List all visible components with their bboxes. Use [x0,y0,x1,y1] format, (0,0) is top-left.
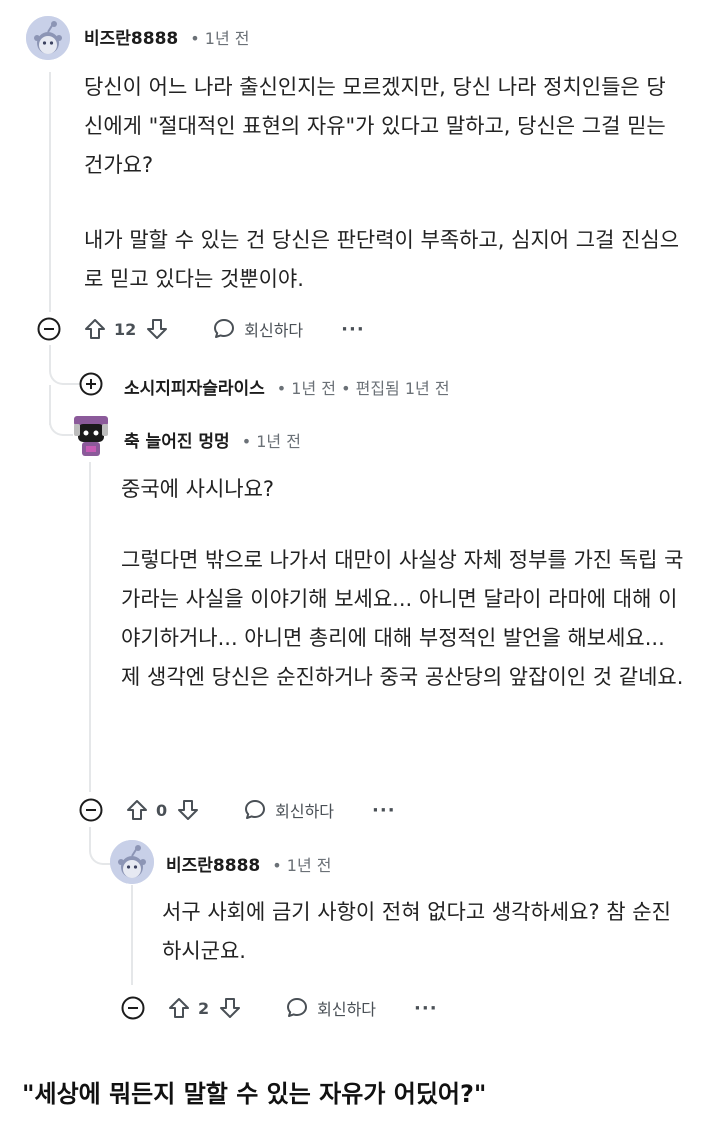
avatar[interactable] [110,840,154,884]
comment-body: 당신이 어느 나라 출신인지는 모르겠지만, 당신 나라 정치인들은 당신에게 … [84,68,684,299]
thread-curve-1 [49,355,81,385]
reply-button[interactable]: 회신하다 [243,798,334,822]
downvote-icon[interactable] [175,797,201,823]
reply-label: 회신하다 [317,1000,377,1019]
reply-label: 회신하다 [244,321,304,340]
upvote-icon[interactable] [82,316,108,342]
expand-icon[interactable] [78,371,104,397]
comment-body: 중국에 사시나요? 그렇다면 밖으로 나가서 대만이 사실상 자체 정부를 가진… [121,470,685,697]
thread-line-root-lower [49,345,51,355]
comment-paragraph: 중국에 사시나요? [121,477,275,501]
comment-paragraph: 당신이 어느 나라 출신인지는 모르겠지만, 당신 나라 정치인들은 당신에게 … [84,75,666,177]
collapse-icon[interactable] [120,995,146,1021]
author-name[interactable]: 비즈란8888 [166,851,260,876]
reply-button[interactable]: 회신하다 [285,996,376,1020]
reply-button[interactable]: 회신하다 [212,317,303,341]
caption-text: "세상에 뭐든지 말할 수 있는 자유가 어딨어?" [22,1080,487,1108]
snoo-avatar-icon [26,16,70,60]
dog-avatar-icon [74,416,108,456]
vote-count: 12 [114,319,137,339]
vote-count: 2 [198,998,210,1018]
vote-count: 0 [156,800,168,820]
comment-actions: 2 회신하다 ··· [120,993,438,1023]
collapse-icon[interactable] [78,797,104,823]
reply-bubble-icon [214,319,235,338]
thread-line-root [49,72,51,312]
more-icon[interactable]: ··· [341,319,365,340]
comment-header: 비즈란8888 • 1년 전 [84,24,250,50]
downvote-icon[interactable] [217,995,243,1021]
comment-meta: • 1년 전 • 편집됨 1년 전 [276,378,450,398]
thread-line-level2 [89,462,91,792]
avatar[interactable] [26,16,70,60]
more-icon[interactable]: ··· [372,800,396,821]
author-name[interactable]: 축 늘어진 멍멍 [124,427,230,452]
avatar[interactable] [70,414,112,458]
comment-header: 비즈란8888 • 1년 전 [166,851,332,877]
snoo-avatar-icon [110,840,154,884]
comment-meta: • 1년 전 [241,431,301,451]
reply-bubble-icon [245,800,266,819]
comment-body: 서구 사회에 금기 사항이 전혀 없다고 생각하세요? 참 순진하시군요. [162,893,682,971]
thread-curve-3 [89,835,111,865]
author-name[interactable]: 비즈란8888 [84,24,178,49]
collapse-icon[interactable] [36,316,62,342]
upvote-icon[interactable] [124,797,150,823]
comment-header: 축 늘어진 멍멍 • 1년 전 [124,427,301,453]
comment-meta: • 1년 전 [190,28,250,48]
comment-paragraph: 그렇다면 밖으로 나가서 대만이 사실상 자체 정부를 가진 독립 국가라는 사… [121,548,684,689]
more-icon[interactable]: ··· [414,998,438,1019]
comment-paragraph: 서구 사회에 금기 사항이 전혀 없다고 생각하세요? 참 순진하시군요. [162,900,671,963]
reply-label: 회신하다 [275,802,335,821]
comment-paragraph: 내가 말할 수 있는 건 당신은 판단력이 부족하고, 심지어 그걸 진심으로 … [84,228,680,291]
reply-bubble-icon [287,998,308,1017]
comment-actions: 0 회신하다 ··· [78,795,396,825]
thread-line-level3 [131,885,133,985]
comment-meta: • 1년 전 [272,855,332,875]
comment-actions: 12 회신하다 ··· [36,314,365,344]
downvote-icon[interactable] [144,316,170,342]
upvote-icon[interactable] [166,995,192,1021]
author-name[interactable]: 소시지피자슬라이스 [124,374,265,399]
collapsed-comment-header: 소시지피자슬라이스 • 1년 전 • 편집됨 1년 전 [124,374,450,400]
